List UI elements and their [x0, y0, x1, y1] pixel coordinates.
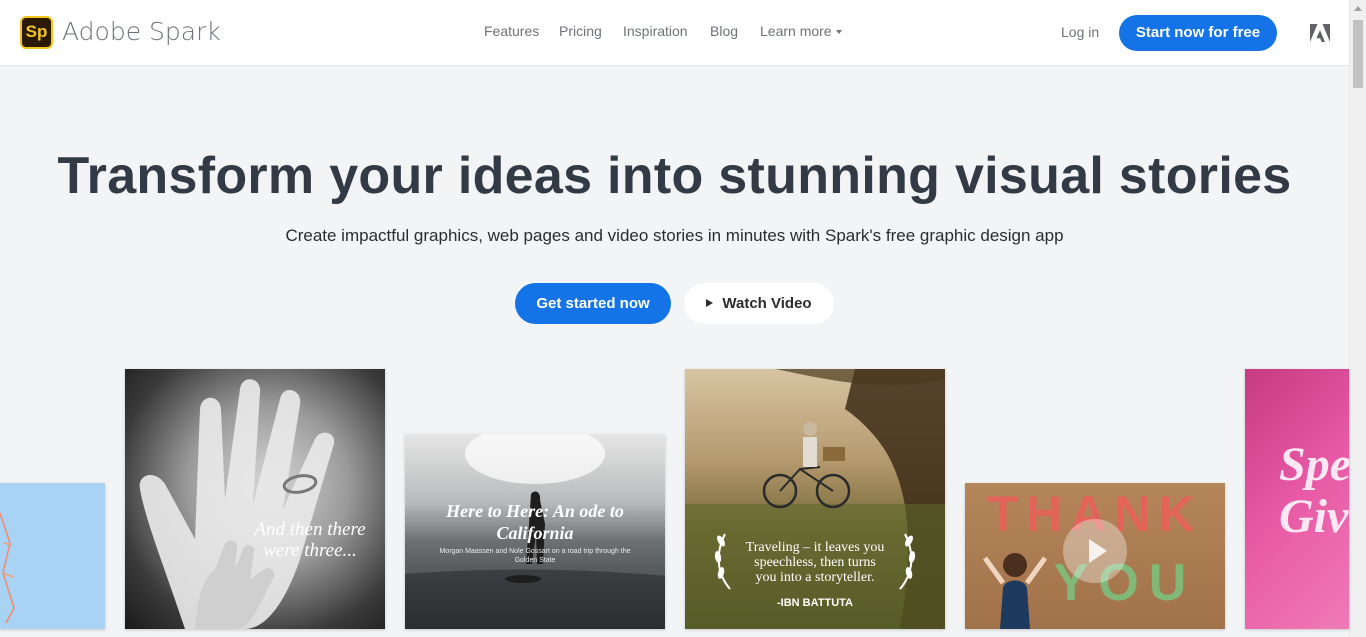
illustration-icon: [0, 512, 15, 624]
play-video-icon[interactable]: [1063, 519, 1127, 583]
spark-logo-icon[interactable]: Sp: [20, 16, 53, 49]
login-link[interactable]: Log in: [1061, 24, 1099, 40]
scroll-up-arrow-icon[interactable]: [1354, 6, 1362, 11]
pink-text-line2: Giv: [1279, 490, 1349, 543]
brand-name[interactable]: Adobe Spark: [62, 17, 221, 46]
example-card-thankyou[interactable]: THANK YOU: [965, 483, 1225, 629]
nav-learn-more-label: Learn more: [760, 23, 832, 39]
pink-text-line1: Spe: [1279, 438, 1349, 491]
nav-features[interactable]: Features: [484, 23, 539, 39]
example-card-pink[interactable]: Spe Giv: [1245, 369, 1349, 629]
example-card-hands[interactable]: And then there were three...: [125, 369, 385, 629]
nav-inspiration[interactable]: Inspiration: [623, 23, 688, 39]
start-free-button[interactable]: Start now for free: [1119, 15, 1277, 51]
hands-caption-line2: were three...: [263, 540, 357, 561]
hands-caption-line1: And then there: [254, 519, 366, 540]
watch-video-label: Watch Video: [722, 295, 812, 312]
get-started-button[interactable]: Get started now: [515, 283, 671, 324]
surfer-caption-line1: Morgan Maassen and Nole Gossart on a roa…: [439, 548, 631, 555]
page-scrollbar[interactable]: [1349, 0, 1366, 637]
surfer-title-line2: California: [496, 523, 574, 543]
site-header: Sp Adobe Spark Features Pricing Inspirat…: [0, 0, 1349, 66]
adobe-logo-icon[interactable]: [1310, 24, 1330, 42]
nav-learn-more[interactable]: Learn more: [760, 23, 842, 39]
watch-video-button[interactable]: Watch Video: [684, 283, 834, 324]
scroll-thumb[interactable]: [1353, 20, 1363, 88]
example-card-blue[interactable]: [0, 483, 105, 629]
quote-author: -IBN BATTUTA: [777, 597, 853, 609]
surfer-caption-line2: Golden State: [514, 557, 556, 564]
nav-blog[interactable]: Blog: [710, 23, 738, 39]
quote-line3: you into a storyteller.: [755, 570, 875, 585]
laurel-wreath-icon: [714, 533, 916, 590]
example-card-surfer[interactable]: Here to Here: An ode to California Morga…: [405, 434, 665, 629]
hands-photo-icon: [139, 379, 335, 629]
surfer-title-line1: Here to Here: An ode to: [446, 501, 624, 521]
hero-title: Transform your ideas into stunning visua…: [57, 147, 1292, 205]
hero-subtitle: Create impactful graphics, web pages and…: [285, 226, 1064, 245]
play-icon: [706, 299, 714, 308]
chevron-down-icon: [835, 30, 842, 35]
quote-line2: speechless, then turns: [754, 555, 876, 570]
nav-pricing[interactable]: Pricing: [559, 23, 602, 39]
example-card-quote[interactable]: Traveling – it leaves you speechless, th…: [685, 369, 945, 629]
quote-line1: Traveling – it leaves you: [745, 540, 885, 555]
